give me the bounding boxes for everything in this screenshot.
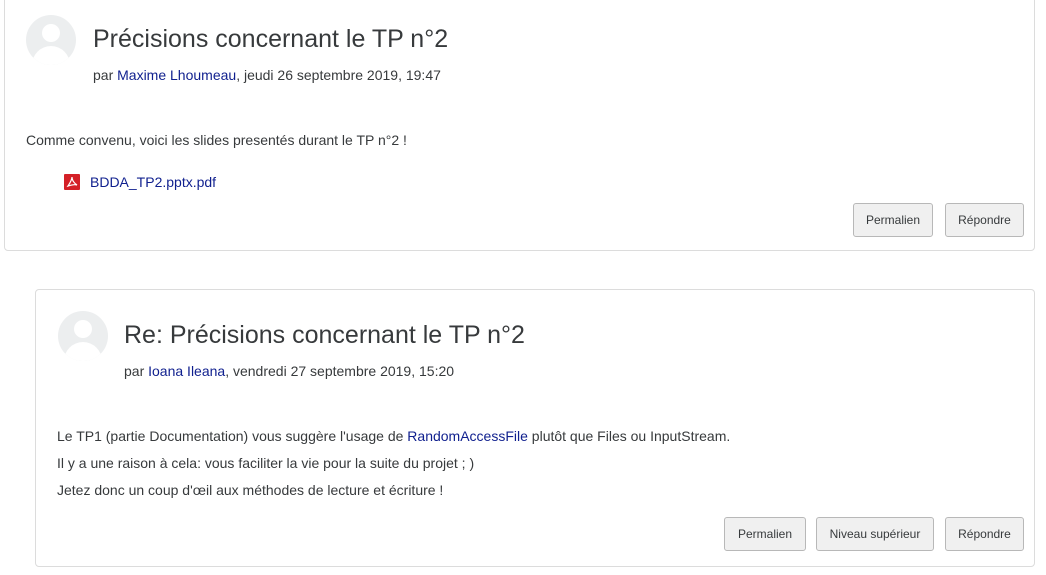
by-prefix: par xyxy=(124,363,145,379)
attachment-link[interactable]: BDDA_TP2.pptx.pdf xyxy=(90,174,216,190)
permalink-button[interactable]: Permalien xyxy=(724,517,806,551)
permalink-button[interactable]: Permalien xyxy=(853,203,933,237)
post-byline: par Maxime Lhoumeau, jeudi 26 septembre … xyxy=(93,67,441,83)
user-avatar[interactable] xyxy=(58,311,108,361)
forum-post-reply: Re: Précisions concernant le TP n°2 par … xyxy=(35,289,1035,567)
author-link[interactable]: Ioana Ileana xyxy=(148,363,225,379)
reply-button[interactable]: Répondre xyxy=(945,517,1024,551)
parent-button[interactable]: Niveau supérieur xyxy=(816,517,934,551)
message-text: Le TP1 (partie Documentation) vous suggè… xyxy=(57,428,408,444)
user-avatar[interactable] xyxy=(26,15,76,65)
randomaccessfile-link[interactable]: RandomAccessFile xyxy=(407,428,528,444)
post-subject: Précisions concernant le TP n°2 xyxy=(93,25,449,53)
author-link[interactable]: Maxime Lhoumeau xyxy=(117,67,236,83)
pdf-icon xyxy=(64,174,80,190)
post-date: , jeudi 26 septembre 2019, 19:47 xyxy=(236,67,441,83)
reply-button[interactable]: Répondre xyxy=(945,203,1024,237)
post-date: , vendredi 27 septembre 2019, 15:20 xyxy=(225,363,455,379)
attachment: BDDA_TP2.pptx.pdf xyxy=(64,174,216,190)
forum-post: Précisions concernant le TP n°2 par Maxi… xyxy=(4,0,1035,251)
message-line: Il y a une raison à cela: vous faciliter… xyxy=(57,455,475,471)
message-line: Le TP1 (partie Documentation) vous suggè… xyxy=(57,428,730,444)
by-prefix: par xyxy=(93,67,114,83)
post-subject: Re: Précisions concernant le TP n°2 xyxy=(124,321,525,349)
message-line: Jetez donc un coup d'œil aux méthodes de… xyxy=(57,482,444,498)
message-text: Comme convenu, voici les slides presenté… xyxy=(26,132,407,148)
post-byline: par Ioana Ileana, vendredi 27 septembre … xyxy=(124,363,454,379)
message-text: plutôt que Files ou InputStream. xyxy=(527,428,731,444)
